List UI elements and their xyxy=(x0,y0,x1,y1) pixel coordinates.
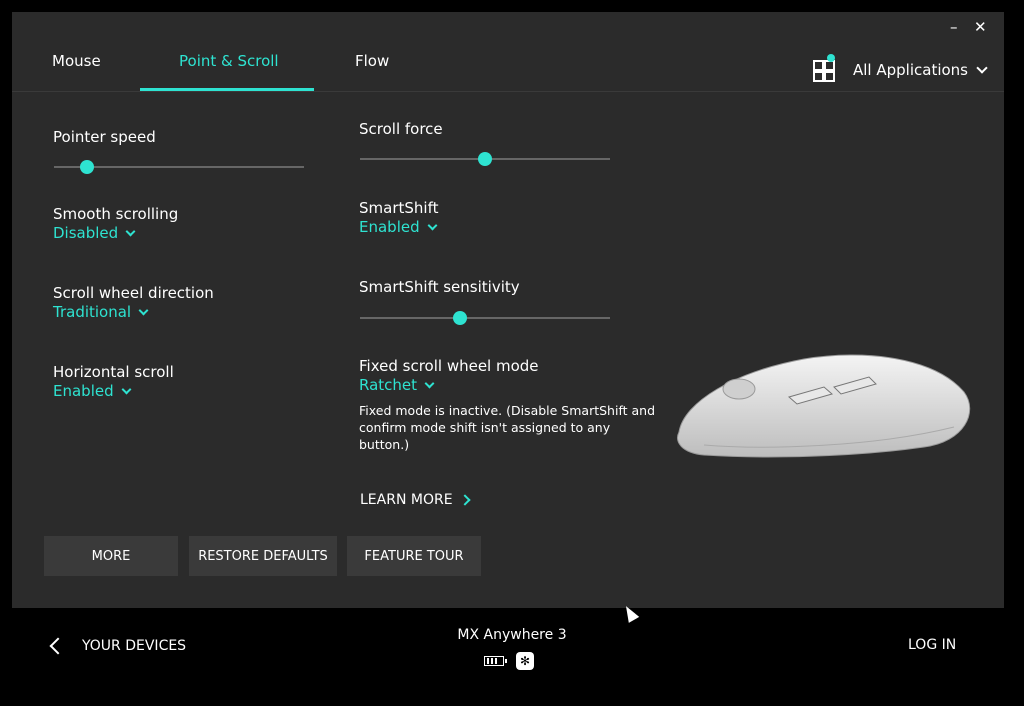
pointer-speed-label: Pointer speed xyxy=(53,128,156,146)
footer-bar: YOUR DEVICES MX Anywhere 3 ✻ LOG IN xyxy=(0,608,1024,706)
settings-panel: – ✕ Mouse Point & Scroll Flow All Applic… xyxy=(12,12,1004,608)
apps-grid-icon xyxy=(813,54,835,82)
device-status: ✻ xyxy=(484,652,534,670)
tab-mouse[interactable]: Mouse xyxy=(52,52,101,70)
smartshift-dropdown[interactable]: Enabled xyxy=(359,218,438,236)
close-button[interactable]: ✕ xyxy=(974,18,987,36)
pointer-speed-slider[interactable] xyxy=(54,160,304,174)
smartshift-sensitivity-label: SmartShift sensitivity xyxy=(359,278,520,296)
chevron-down-icon xyxy=(424,378,435,388)
smooth-scrolling-dropdown[interactable]: Disabled xyxy=(53,224,136,242)
slider-thumb[interactable] xyxy=(453,311,467,325)
bluetooth-icon: ✻ xyxy=(516,652,534,670)
fixed-mode-note: Fixed mode is inactive. (Disable SmartSh… xyxy=(359,403,656,452)
fixed-mode-label: Fixed scroll wheel mode xyxy=(359,357,539,375)
smooth-scrolling-label: Smooth scrolling xyxy=(53,205,179,223)
tab-bar: Mouse Point & Scroll Flow xyxy=(12,12,428,92)
scroll-force-label: Scroll force xyxy=(359,120,443,138)
slider-thumb[interactable] xyxy=(79,160,94,174)
fixed-mode-dropdown[interactable]: Ratchet xyxy=(359,376,435,394)
horizontal-scroll-value: Enabled xyxy=(53,382,114,400)
login-button[interactable]: LOG IN xyxy=(908,637,956,653)
scroll-direction-value: Traditional xyxy=(53,303,132,321)
chevron-down-icon xyxy=(427,220,438,230)
more-button[interactable]: MORE xyxy=(44,536,178,576)
learn-more-link[interactable]: LEARN MORE xyxy=(360,492,471,508)
device-name: MX Anywhere 3 xyxy=(457,627,567,643)
smartshift-sensitivity-slider[interactable] xyxy=(360,311,610,325)
notification-dot xyxy=(827,54,835,62)
fixed-mode-value: Ratchet xyxy=(359,376,418,394)
chevron-right-icon xyxy=(458,494,471,506)
smartshift-value: Enabled xyxy=(359,218,420,236)
header-divider xyxy=(12,91,1004,92)
mouse-image xyxy=(677,354,971,458)
application-selector-label: All Applications xyxy=(853,61,968,79)
horizontal-scroll-dropdown[interactable]: Enabled xyxy=(53,382,132,400)
application-selector[interactable]: All Applications xyxy=(813,54,988,82)
restore-defaults-button[interactable]: RESTORE DEFAULTS xyxy=(189,536,337,576)
smooth-scrolling-value: Disabled xyxy=(53,224,119,242)
battery-icon xyxy=(484,656,507,666)
chevron-down-icon xyxy=(125,226,136,236)
tab-point-scroll[interactable]: Point & Scroll xyxy=(179,52,279,70)
smartshift-label: SmartShift xyxy=(359,199,439,217)
learn-more-label: LEARN MORE xyxy=(360,492,453,508)
tab-flow[interactable]: Flow xyxy=(355,52,389,70)
chevron-down-icon xyxy=(138,305,149,315)
chevron-down-icon xyxy=(121,384,132,394)
feature-tour-button[interactable]: FEATURE TOUR xyxy=(347,536,481,576)
scroll-force-slider[interactable] xyxy=(360,152,610,166)
scroll-direction-label: Scroll wheel direction xyxy=(53,284,214,302)
scroll-direction-dropdown[interactable]: Traditional xyxy=(53,303,149,321)
chevron-down-icon xyxy=(976,62,988,74)
slider-thumb[interactable] xyxy=(478,152,492,166)
minimize-button[interactable]: – xyxy=(950,18,958,36)
horizontal-scroll-label: Horizontal scroll xyxy=(53,363,174,381)
